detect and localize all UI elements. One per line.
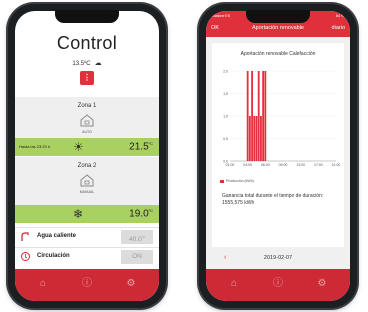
bar [248, 116, 251, 161]
cloud-icon: ☁ [94, 60, 102, 67]
hot-water-value[interactable]: 40.0ºC [121, 230, 153, 244]
period-button[interactable]: diario [332, 25, 345, 31]
page-title: Control [56, 33, 118, 53]
settings-icon[interactable]: ⚙ [316, 278, 328, 290]
zone-1-temperature: 21.5ºC [129, 141, 153, 153]
house-icon [80, 114, 94, 127]
sun-icon: ☀ [73, 140, 84, 154]
left-phone: Control 13.5ºC ☁ ⋮ Zona 1 AUTO Hasta las … [8, 4, 166, 308]
gain-text: Ganancia total durante el tiempo de dura… [222, 193, 324, 206]
faucet-icon [21, 232, 29, 241]
zone-mode: AUTO [82, 130, 92, 134]
status-battery: 84 % [336, 14, 344, 18]
bar [255, 116, 258, 161]
renewable-screen: vodafone ES 10:57 84 % OK Aportación ren… [206, 11, 350, 301]
legend-label: Producción (kWh) [226, 179, 254, 183]
y-tick-label: 2,0 [223, 70, 228, 74]
circulation-value[interactable]: ON [121, 250, 153, 264]
date-text: 2019-02-07 [263, 255, 293, 261]
chart-title: Aportación renovable Calefacción [240, 51, 316, 57]
zone-mode: MANUAL [79, 190, 95, 194]
zone-2-status-bar[interactable]: ❄ 19.0ºC [15, 205, 159, 223]
bar [253, 116, 256, 161]
home-icon[interactable]: ⌂ [228, 278, 240, 290]
house-icon [80, 174, 94, 187]
date-selector: ‹ 2019-02-07 [212, 251, 344, 267]
nav-title: Aportación renovable [252, 25, 304, 31]
y-tick-label: 1,5 [223, 92, 228, 96]
hot-water-label: Agua caliente [37, 233, 77, 239]
info-icon[interactable]: ⓘ [272, 278, 284, 290]
right-phone: vodafone ES 10:57 84 % OK Aportación ren… [199, 4, 357, 308]
phone-notch [55, 10, 119, 23]
settings-icon[interactable]: ⚙ [125, 278, 137, 290]
x-tick-label: 17:00 [314, 163, 323, 167]
zone-name: Zona 1 [77, 103, 97, 109]
bar [257, 71, 260, 161]
zone-2-temperature: 19.0ºC [129, 208, 153, 220]
schedule-text: Hasta las 23:20 h [19, 144, 51, 149]
snowflake-icon: ❄ [73, 207, 84, 221]
bar [264, 71, 267, 161]
menu-button[interactable]: ⋮ [80, 71, 94, 85]
bar [262, 71, 265, 161]
y-tick-label: 1,0 [223, 115, 228, 119]
control-screen: Control 13.5ºC ☁ ⋮ Zona 1 AUTO Hasta las … [15, 11, 159, 301]
bottom-nav: ⌂ ⓘ ⚙ [206, 269, 350, 301]
bar [246, 71, 249, 161]
dots-icon: ⋮ [83, 73, 91, 82]
hot-water-row[interactable]: Agua caliente 40.0ºC [15, 227, 159, 246]
home-icon[interactable]: ⌂ [37, 278, 49, 290]
phone-notch [246, 10, 310, 23]
circulation-label: Circulación [37, 253, 70, 259]
chart-legend: Producción (kWh) [220, 179, 254, 183]
circulation-row[interactable]: Circulación ON [15, 247, 159, 266]
chart-body: Aportación renovable Calefacción 0,0 0,5 1… [206, 37, 350, 269]
bar-chart: 0,00,51,01,52,001:00 04:00 06:00 09:00 13:00… [223, 70, 340, 168]
x-tick-label: 01:00 [226, 163, 235, 167]
zone-1-status-bar[interactable]: Hasta las 23:20 h ☀ 21.5ºC [15, 138, 159, 156]
bottom-nav: ⌂ ⓘ ⚙ [15, 269, 159, 301]
x-tick-label: 09:00 [279, 163, 288, 167]
chart-card: Aportación renovable Calefacción 0,0 0,5 1… [212, 43, 344, 261]
zone-2-card[interactable]: Zona 2 MANUAL [15, 157, 159, 205]
outside-temperature: 13.5ºC ☁ [15, 59, 159, 67]
x-tick-label: 04:00 [243, 163, 252, 167]
circulation-icon [21, 252, 30, 261]
x-tick-label: 21:00 [332, 163, 340, 167]
bar [260, 116, 262, 161]
x-tick-label: 13:00 [296, 163, 305, 167]
bar [251, 71, 253, 161]
y-tick-label: 0,5 [223, 137, 228, 141]
outside-temp-value: 13.5ºC [72, 61, 91, 67]
info-icon[interactable]: ⓘ [81, 278, 93, 290]
legend-swatch [220, 179, 224, 183]
status-carrier: vodafone ES [210, 14, 231, 18]
x-tick-label: 06:00 [261, 163, 270, 167]
zone-name: Zona 2 [77, 163, 97, 169]
